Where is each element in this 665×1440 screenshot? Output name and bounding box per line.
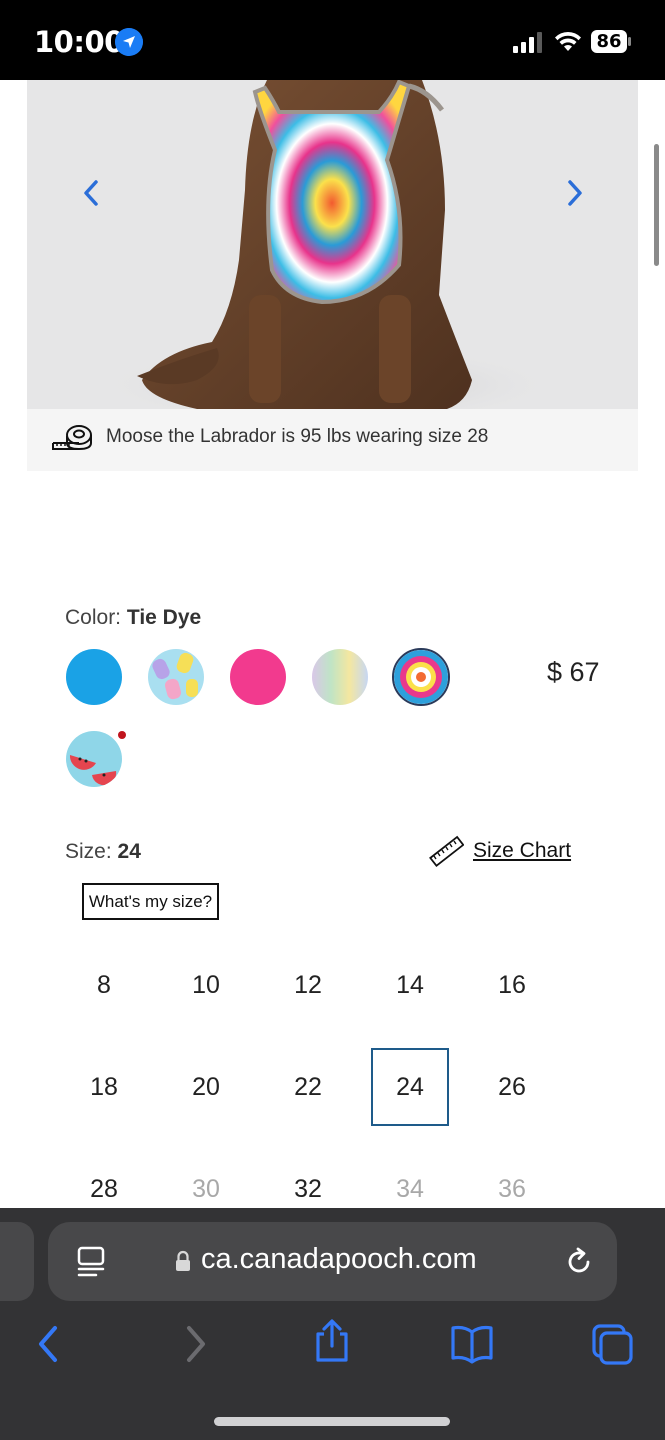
page: 10:00 86 Moose the Labrador is 95 lbs we… [0, 0, 665, 1440]
new-badge-dot [118, 731, 126, 739]
popsicle-pattern [152, 652, 198, 700]
size-label-prefix: Size: [65, 840, 112, 863]
tie-dye-pattern [394, 650, 448, 704]
page-scrollbar[interactable] [654, 144, 659, 266]
color-label-prefix: Color: [65, 606, 122, 629]
home-indicator [214, 1417, 450, 1426]
size-option-20[interactable]: 20 [167, 1048, 245, 1126]
watermelon-pattern [69, 755, 117, 786]
previous-tab-preview[interactable] [0, 1222, 34, 1301]
size-label: Size: 24 [65, 840, 141, 864]
lock-icon [176, 1250, 190, 1271]
product-photo [97, 80, 557, 409]
status-bar: 10:00 86 [0, 0, 665, 80]
selected-color-name: Tie Dye [126, 606, 202, 629]
model-info-strip: Moose the Labrador is 95 lbs wearing siz… [27, 409, 638, 471]
back-icon[interactable] [28, 1322, 72, 1366]
whats-my-size-button[interactable]: What's my size? [82, 883, 219, 920]
size-option-16[interactable]: 16 [473, 946, 551, 1024]
bookmarks-icon[interactable] [450, 1322, 494, 1366]
swatch-pink[interactable] [230, 649, 286, 705]
size-option-26[interactable]: 26 [473, 1048, 551, 1126]
swatch-pastel[interactable] [312, 649, 368, 705]
prev-image-button[interactable] [77, 178, 107, 208]
ruler-icon[interactable] [428, 834, 464, 870]
size-option-14[interactable]: 14 [371, 946, 449, 1024]
measuring-tape-icon [52, 425, 92, 451]
status-time: 10:00 [34, 25, 124, 59]
size-option-22[interactable]: 22 [269, 1048, 347, 1126]
reader-mode-icon[interactable] [76, 1246, 106, 1278]
selected-size-value: 24 [117, 840, 141, 863]
reload-icon[interactable] [564, 1247, 594, 1277]
battery-level: 86 [596, 31, 622, 52]
size-option-24[interactable]: 24 [371, 1048, 449, 1126]
size-option-10[interactable]: 10 [167, 946, 245, 1024]
size-chart-link[interactable]: Size Chart [473, 839, 571, 863]
size-option-18[interactable]: 18 [65, 1048, 143, 1126]
browser-toolbar: ca.canadapooch.com [0, 1208, 665, 1440]
swatch-tie-dye[interactable] [392, 648, 450, 706]
forward-icon[interactable] [172, 1322, 216, 1366]
signal-icon [513, 32, 542, 53]
size-option-8[interactable]: 8 [65, 946, 143, 1024]
swatch-watermelon[interactable] [66, 731, 122, 787]
model-info-text: Moose the Labrador is 95 lbs wearing siz… [106, 426, 489, 447]
address-bar[interactable]: ca.canadapooch.com [48, 1222, 617, 1301]
tabs-icon[interactable] [590, 1322, 634, 1366]
price: $ 67 [547, 657, 600, 687]
url-text: ca.canadapooch.com [201, 1243, 477, 1275]
next-image-button[interactable] [559, 178, 589, 208]
color-label: Color: Tie Dye [65, 606, 201, 630]
size-option-12[interactable]: 12 [269, 946, 347, 1024]
share-icon[interactable] [310, 1318, 354, 1362]
location-icon [115, 28, 143, 56]
swatch-blue[interactable] [66, 649, 122, 705]
swatch-popsicle[interactable] [148, 649, 204, 705]
product-image[interactable] [27, 80, 638, 409]
wifi-icon [555, 31, 581, 51]
